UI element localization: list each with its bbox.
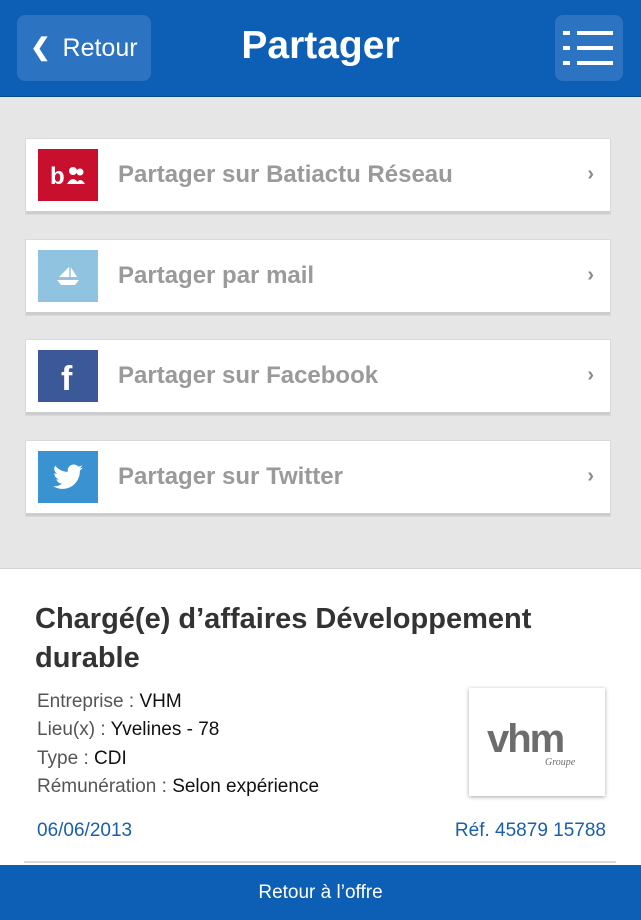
facebook-icon: f [38,350,98,402]
offer-salary: Rémunération : Selon expérience [37,776,319,798]
salary-label: Rémunération : [37,776,167,797]
chevron-left-icon: ❮ [30,33,51,61]
location-label: Lieu(x) : [37,719,106,740]
company-value: VHM [139,691,182,712]
company-label: Entreprise : [37,691,135,712]
logo-subtext: Groupe [545,757,576,768]
share-facebook-label: Partager sur Facebook [118,362,379,389]
share-facebook-button[interactable]: f Partager sur Facebook › [26,340,610,415]
back-to-offer-button[interactable]: Retour à l’offre [0,865,641,920]
svg-text:f: f [61,360,73,393]
back-button[interactable]: ❮ Retour [17,15,151,81]
share-batiactu-button[interactable]: b Partager sur Batiactu Réseau › [26,139,610,214]
batiactu-icon: b [38,149,98,201]
offer-reference: Réf. 45879 15788 [454,820,606,841]
chevron-right-icon: › [587,163,594,185]
menu-button[interactable] [555,15,623,81]
share-options-panel: b Partager sur Batiactu Réseau › Partage… [0,97,641,569]
back-button-label: Retour [62,33,138,62]
offer-location: Lieu(x) : Yvelines - 78 [37,719,219,741]
header-bar: ❮ Retour Partager [0,0,641,97]
salary-value: Selon expérience [172,776,320,797]
svg-text:b: b [50,163,65,190]
offer-title: Chargé(e) d’affaires Développement durab… [35,603,532,674]
chevron-right-icon: › [587,364,594,386]
chevron-right-icon: › [587,264,594,286]
chevron-right-icon: › [587,465,594,487]
company-logo: vhm Groupe [469,688,605,796]
share-twitter-button[interactable]: Partager sur Twitter › [26,441,610,516]
share-batiactu-label: Partager sur Batiactu Réseau [118,161,453,188]
type-label: Type : [37,748,89,769]
location-value: Yvelines - 78 [110,719,220,740]
logo-text: vhm [487,717,564,761]
divider [24,861,616,863]
share-mail-button[interactable]: Partager par mail › [26,240,610,315]
offer-company: Entreprise : VHM [37,691,182,713]
offer-type: Type : CDI [37,748,127,770]
share-twitter-label: Partager sur Twitter [118,463,343,490]
type-value: CDI [94,748,127,769]
mail-icon [38,250,98,302]
share-mail-label: Partager par mail [118,262,315,289]
offer-date: 06/06/2013 [37,820,133,841]
back-to-offer-label: Retour à l’offre [258,881,383,903]
twitter-icon [38,451,98,503]
